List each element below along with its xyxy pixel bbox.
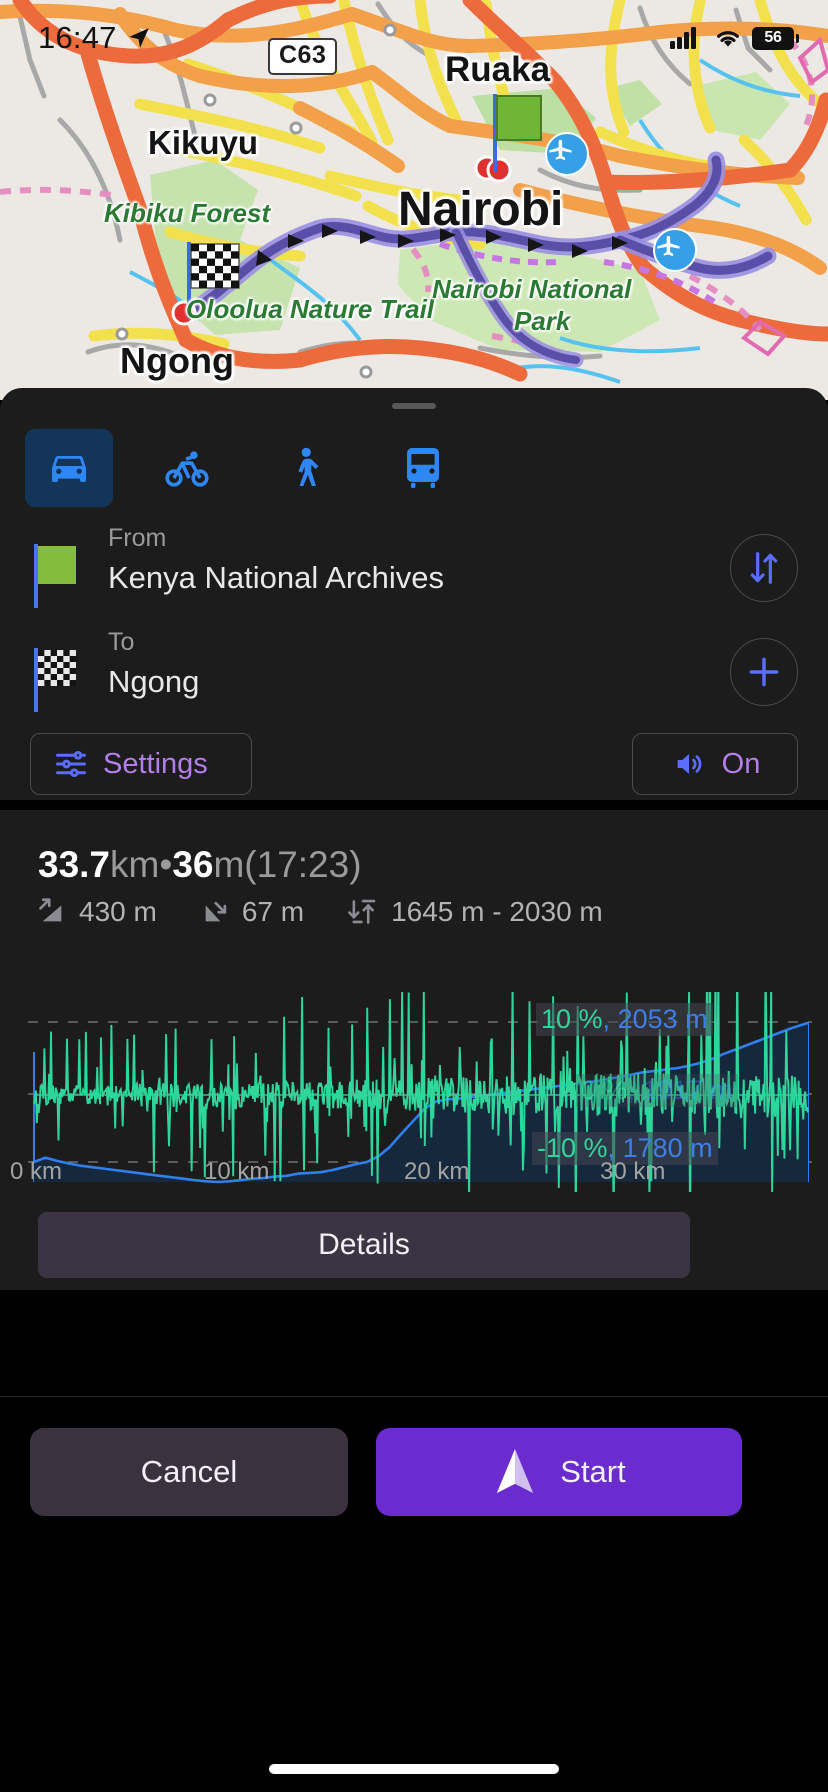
details-button[interactable]: Details [38, 1212, 690, 1278]
route-summary: 33.7km•36m(17:23) [38, 844, 362, 886]
x-tick-30: 30 km [600, 1158, 666, 1185]
route-distance-value: 33.7 [38, 844, 111, 885]
gridline-label-middle: 0 %, 1917 m [576, 1074, 738, 1107]
bus-icon [407, 448, 439, 488]
gridline-label-top: 10 %, 2053 m [536, 1003, 713, 1036]
x-tick-10: 10 km [204, 1158, 270, 1185]
route-arrival-time: (17:23) [244, 844, 362, 885]
start-navigation-button[interactable]: Start [376, 1428, 742, 1516]
from-row[interactable]: From Kenya National Archives [0, 516, 828, 628]
mode-tab-pedestrian[interactable] [261, 429, 349, 507]
gridline-top-slope: 10 % [541, 1004, 603, 1034]
map-vector-layer [0, 0, 828, 400]
bicycle-icon [165, 451, 209, 487]
to-row[interactable]: To Ngong [0, 620, 828, 732]
mode-tab-bicycle[interactable] [143, 429, 231, 507]
voice-guidance-label: On [721, 747, 761, 780]
min-max-elevation-icon [348, 899, 376, 924]
x-tick-20: 20 km [404, 1158, 470, 1185]
descent-value: 67 m [241, 896, 305, 927]
car-icon [52, 456, 86, 482]
to-value[interactable]: Ngong [108, 664, 199, 700]
cancel-button[interactable]: Cancel [30, 1428, 348, 1516]
route-duration-value: 36 [172, 844, 214, 885]
map-canvas[interactable]: C63 Ruaka Kikuyu Nairobi Ngong Kibiku Fo… [0, 0, 828, 400]
route-elevation-stats: 430 m 67 m 1645 m - 2030 m [36, 896, 645, 928]
pedestrian-icon [298, 447, 319, 486]
plus-icon [749, 657, 779, 687]
app-screen: C63 Ruaka Kikuyu Nairobi Ngong Kibiku Fo… [0, 0, 828, 1792]
gridline-mid-sep: , [627, 1075, 643, 1105]
from-label: From [108, 524, 167, 552]
elevation-range-value: 1645 m - 2030 m [391, 896, 603, 927]
airport-glyph [549, 139, 572, 161]
to-checkered-flag-icon [30, 646, 82, 719]
mode-tab-public-transport[interactable] [379, 429, 467, 507]
x-tick-0: 0 km [10, 1158, 63, 1185]
gridline-bottom-slope: -10 % [537, 1133, 608, 1163]
swap-endpoints-button[interactable] [730, 534, 798, 602]
green-flag-glyph [34, 544, 76, 608]
gridline-mid-slope: 0 % [581, 1075, 628, 1105]
swap-vertical-icon [750, 552, 778, 584]
sheet-drag-handle[interactable] [392, 403, 436, 409]
airport-icon[interactable] [653, 228, 697, 272]
to-label: To [108, 628, 135, 656]
transport-mode-tabs [0, 418, 828, 518]
airport-icon[interactable] [545, 132, 589, 176]
ascent-icon [39, 898, 62, 922]
sliders-icon [56, 750, 86, 778]
ascent-group: 430 m [36, 896, 157, 928]
speaker-icon [677, 754, 701, 774]
descent-icon [205, 901, 227, 922]
from-green-flag-icon [30, 542, 82, 615]
cancel-label: Cancel [140, 1454, 238, 1489]
start-label: Start [560, 1454, 626, 1489]
action-bar-divider [0, 1396, 828, 1397]
ascent-value: 430 m [79, 896, 157, 927]
road-shield-c63: C63 [268, 38, 338, 75]
green-flag-glyph [493, 94, 542, 172]
from-value[interactable]: Kenya National Archives [108, 560, 444, 596]
voice-guidance-button[interactable]: On [632, 733, 798, 795]
route-duration-unit: m [213, 844, 245, 885]
gridline-mid-elevation: 1917 m [642, 1075, 733, 1105]
checkered-flag-glyph [187, 242, 240, 318]
home-indicator [269, 1764, 559, 1774]
descent-group: 67 m [199, 896, 304, 928]
navigation-arrow-icon [497, 1449, 534, 1494]
add-intermediate-point-button[interactable] [730, 638, 798, 706]
route-params-sheet: From Kenya National Archives To Ngong Se… [0, 388, 828, 800]
checkered-flag-glyph [34, 648, 76, 712]
route-distance-unit: km [110, 844, 160, 885]
gridline-top-sep: , [602, 1004, 618, 1034]
route-settings-button[interactable]: Settings [30, 733, 252, 795]
route-settings-label: Settings [103, 747, 208, 780]
gridline-top-elevation: 2053 m [617, 1004, 708, 1034]
elevation-range-group: 1645 m - 2030 m [346, 896, 603, 928]
route-details-panel: 33.7km•36m(17:23) 430 m 67 m 1645 m - 20… [0, 810, 828, 1290]
mode-tab-car[interactable] [25, 429, 113, 507]
airport-glyph [657, 235, 680, 257]
elevation-slope-chart[interactable]: 10 %, 2053 m 0 %, 1917 m -10 %, 1780 m 0… [0, 992, 828, 1222]
action-bar: Cancel Start [0, 1396, 828, 1792]
stat-separator: • [159, 844, 173, 885]
